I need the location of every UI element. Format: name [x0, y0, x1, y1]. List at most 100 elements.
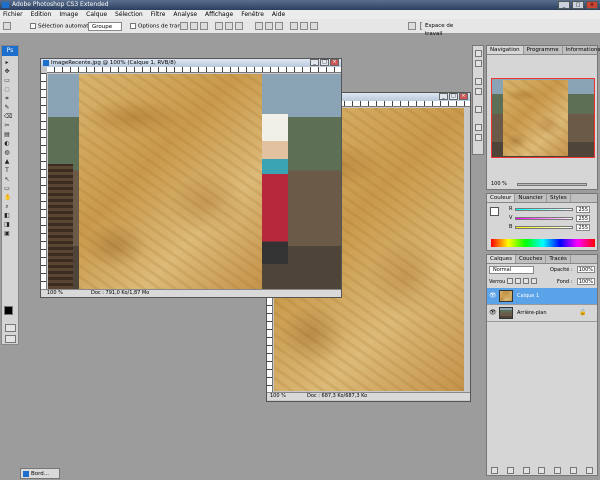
r-slider[interactable] — [515, 208, 573, 211]
eye-icon[interactable]: 👁 — [489, 293, 497, 299]
menu-analyse[interactable]: Analyse — [173, 10, 197, 19]
tool-2-icon[interactable]: ▭ — [3, 76, 11, 84]
tool-3-icon[interactable]: ◌ — [3, 85, 11, 93]
navigator-zoom[interactable]: 100 % — [491, 181, 507, 187]
tool-18-icon[interactable]: ◨ — [3, 220, 11, 228]
align-right-icon[interactable] — [235, 22, 243, 30]
navigator-preview[interactable] — [491, 78, 595, 158]
tool-presets-icon[interactable] — [475, 78, 482, 85]
tool-0-icon[interactable]: ▸ — [3, 58, 11, 66]
align-center-icon[interactable] — [225, 22, 233, 30]
tab-nuancier[interactable]: Nuancier — [515, 194, 548, 202]
transform-option[interactable]: Options de transf. — [130, 23, 187, 30]
tool-17-icon[interactable]: ◧ — [3, 211, 11, 219]
move-tool-icon[interactable] — [3, 22, 11, 30]
v-slider[interactable] — [515, 217, 573, 220]
doc-back-minimize-button[interactable]: _ — [439, 93, 448, 100]
tab-couleur[interactable]: Couleur — [487, 194, 516, 202]
new-group-icon[interactable] — [554, 466, 562, 474]
tab-styles[interactable]: Styles — [547, 194, 571, 202]
menu-aide[interactable]: Aide — [272, 10, 285, 19]
color-spectrum[interactable] — [491, 239, 595, 247]
screen-mode-icon[interactable] — [5, 335, 16, 343]
tab-couches[interactable]: Couches — [516, 255, 547, 263]
tool-7-icon[interactable]: ✂ — [3, 121, 11, 129]
align-left-icon[interactable] — [215, 22, 223, 30]
lock-position-icon[interactable] — [523, 278, 529, 284]
tool-11-icon[interactable]: ▲ — [3, 157, 11, 165]
layer-name[interactable]: Calque 1 — [517, 293, 539, 299]
quick-mask-icon[interactable] — [5, 324, 16, 332]
menu-filtre[interactable]: Filtre — [151, 10, 166, 19]
document-front-titlebar[interactable]: ImageRecente.jpg @ 100% (Calque 1, RVB/8… — [41, 59, 341, 67]
auto-select-dropdown[interactable]: Groupe — [88, 22, 122, 31]
fg-color-swatch[interactable] — [490, 207, 499, 216]
distribute-center-icon[interactable] — [300, 22, 308, 30]
auto-select-checkbox[interactable] — [30, 23, 36, 29]
parchment-layer[interactable] — [79, 74, 262, 289]
doc-back-maximize-button[interactable]: □ — [449, 93, 458, 100]
lock-transparency-icon[interactable] — [507, 278, 513, 284]
fill-field[interactable]: 100% — [577, 278, 595, 285]
workspace-menu[interactable]: Espace de travail — [422, 22, 472, 37]
navigator-zoom-slider[interactable] — [517, 183, 587, 186]
tool-19-icon[interactable]: ▣ — [3, 229, 11, 237]
layer-row-arriere-plan[interactable]: 👁 Arrière-plan 🔒 — [487, 305, 597, 322]
doc-info[interactable]: Doc : 687,3 Ko/687,3 Ko — [307, 393, 367, 400]
close-button[interactable]: × — [586, 1, 598, 9]
brushes-icon[interactable] — [475, 88, 482, 95]
distribute-bottom-icon[interactable] — [275, 22, 283, 30]
doc-front-maximize-button[interactable]: □ — [320, 59, 329, 66]
align-middle-icon[interactable] — [190, 22, 198, 30]
menu-affichage[interactable]: Affichage — [205, 10, 233, 19]
bridge-icon[interactable] — [408, 22, 416, 30]
doc-front-close-button[interactable]: × — [330, 59, 339, 66]
align-bottom-icon[interactable] — [200, 22, 208, 30]
tool-4-icon[interactable]: ⌗ — [3, 94, 11, 102]
blend-mode-dropdown[interactable]: Normal — [489, 266, 534, 274]
tab-calques[interactable]: Calques — [487, 255, 516, 263]
tool-15-icon[interactable]: ✋ — [3, 193, 11, 201]
menu-fichier[interactable]: Fichier — [3, 10, 23, 19]
doc-front-minimize-button[interactable]: _ — [310, 59, 319, 66]
tab-traces[interactable]: Tracés — [546, 255, 571, 263]
actions-icon[interactable] — [475, 60, 482, 67]
menu-fenetre[interactable]: Fenêtre — [241, 10, 264, 19]
tab-navigation[interactable]: Navigation — [487, 46, 524, 54]
tool-1-icon[interactable]: ✥ — [3, 67, 11, 75]
tool-16-icon[interactable]: ⌕ — [3, 202, 11, 210]
distribute-top-icon[interactable] — [255, 22, 263, 30]
link-layers-icon[interactable] — [491, 466, 499, 474]
maximize-button[interactable]: □ — [572, 1, 584, 9]
distribute-middle-icon[interactable] — [265, 22, 273, 30]
b-slider[interactable] — [515, 226, 573, 229]
r-value[interactable]: 255 — [576, 206, 590, 213]
menu-calque[interactable]: Calque — [86, 10, 107, 19]
menu-selection[interactable]: Sélection — [115, 10, 143, 19]
transform-checkbox[interactable] — [130, 23, 136, 29]
minimized-document-button[interactable]: Bord... — [20, 468, 60, 479]
distribute-right-icon[interactable] — [310, 22, 318, 30]
new-layer-icon[interactable] — [569, 466, 577, 474]
distribute-left-icon[interactable] — [290, 22, 298, 30]
foreground-color-swatch[interactable] — [4, 306, 13, 315]
character-icon[interactable] — [475, 124, 482, 131]
tool-6-icon[interactable]: ⌫ — [3, 112, 12, 120]
adjustment-layer-icon[interactable] — [538, 466, 546, 474]
doc-info[interactable]: Doc : 791,0 Ko/1,87 Mo — [91, 290, 149, 297]
layer-style-icon[interactable] — [507, 466, 515, 474]
layer-mask-icon[interactable] — [522, 466, 530, 474]
layer-row-calque-1[interactable]: 👁 Calque 1 — [487, 288, 597, 305]
menu-edition[interactable]: Edition — [31, 10, 52, 19]
clone-source-icon[interactable] — [475, 106, 482, 113]
tool-8-icon[interactable]: ▤ — [3, 130, 11, 138]
tool-13-icon[interactable]: ↖ — [3, 175, 11, 183]
layer-name[interactable]: Arrière-plan — [517, 310, 547, 316]
delete-layer-icon[interactable] — [585, 466, 593, 474]
menu-image[interactable]: Image — [59, 10, 78, 19]
tool-10-icon[interactable]: ◍ — [3, 148, 11, 156]
lock-pixels-icon[interactable] — [515, 278, 521, 284]
zoom-level[interactable]: 100 % — [270, 393, 286, 400]
history-icon[interactable] — [475, 50, 482, 57]
paragraph-icon[interactable] — [475, 134, 482, 141]
